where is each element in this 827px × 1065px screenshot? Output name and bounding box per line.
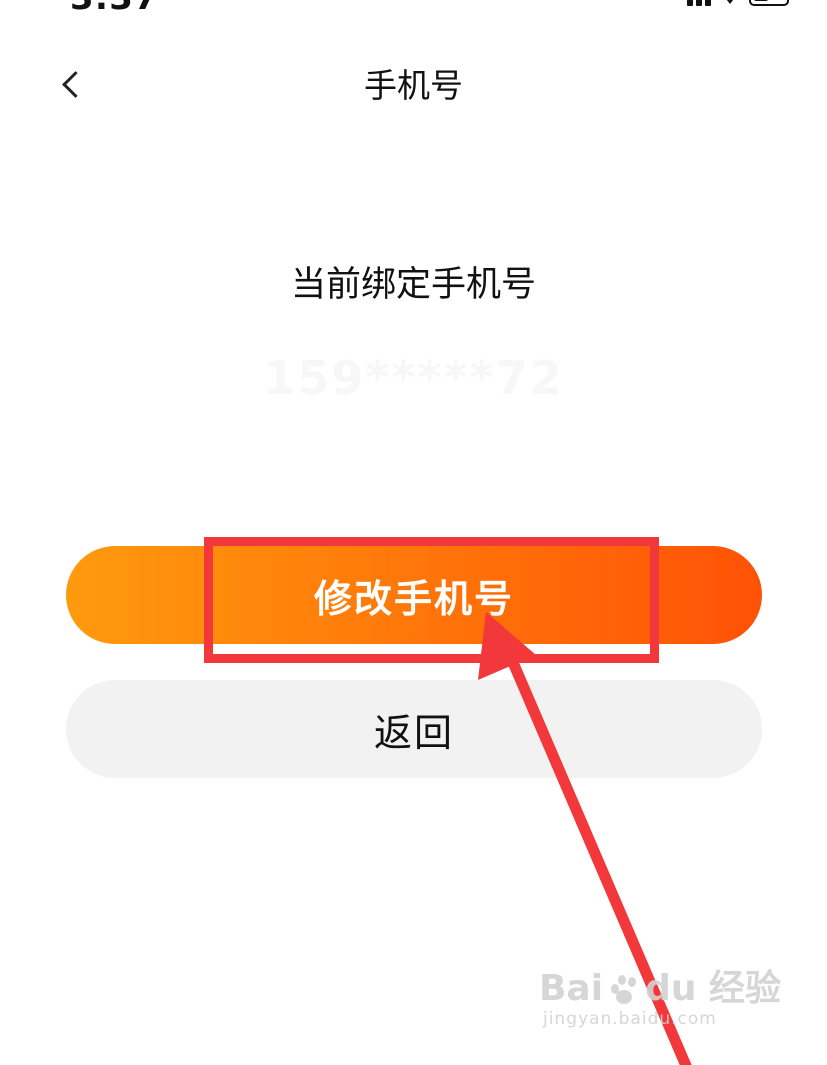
watermark-url: jingyan.baidu.com: [542, 1009, 717, 1029]
back-button[interactable]: 返回: [66, 680, 762, 778]
baidu-jingyan-watermark: Bai du 经验 jingyan.baidu.com: [538, 968, 781, 1030]
signal-icon: [687, 0, 711, 6]
change-phone-button[interactable]: 修改手机号: [66, 546, 762, 644]
battery-icon: [749, 0, 789, 6]
status-time: 3:37: [70, 0, 159, 18]
watermark-logo: Bai du 经验: [538, 968, 781, 1009]
paw-icon: [607, 972, 641, 1006]
page-title: 手机号: [364, 66, 463, 105]
annotation-arrow-icon: [478, 612, 692, 1065]
change-phone-button-label: 修改手机号: [313, 576, 514, 621]
status-icons: [687, 0, 789, 6]
bound-phone-label: 当前绑定手机号: [290, 265, 536, 305]
wifi-icon: [723, 0, 737, 4]
phone-number-screen: 3:37 手机号 当前绑定手机号 159*****72 修改手机号 返回 Bai…: [0, 0, 827, 1065]
phone-number-value: 159*****72: [263, 351, 564, 405]
back-button-label: 返回: [373, 710, 454, 755]
